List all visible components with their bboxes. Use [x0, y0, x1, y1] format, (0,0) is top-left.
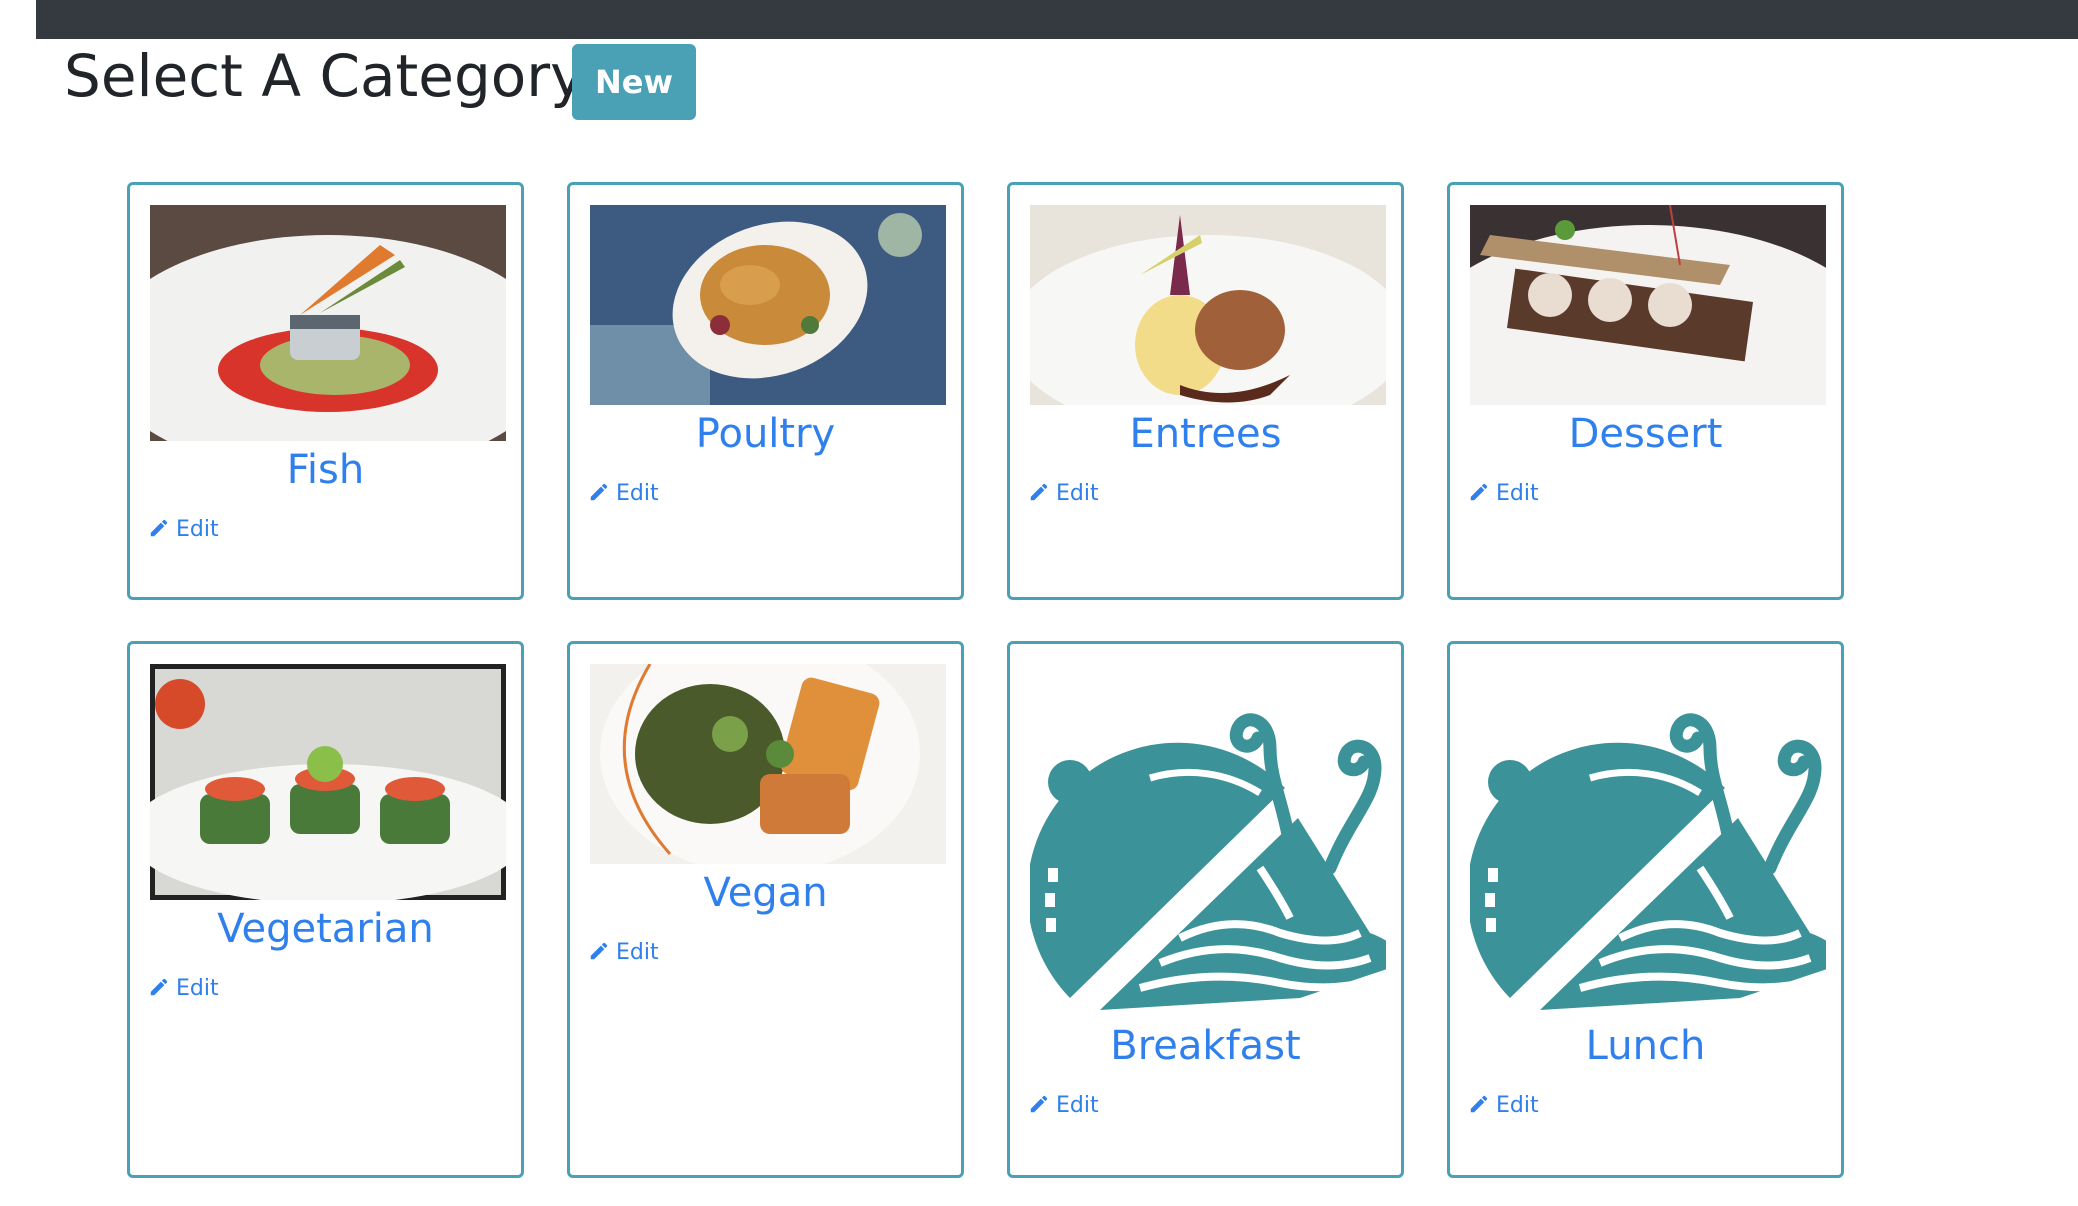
pencil-icon: [1030, 483, 1048, 501]
new-category-button[interactable]: New: [572, 44, 696, 120]
pencil-icon: [590, 942, 608, 960]
page-title: Select A Category: [64, 42, 585, 110]
category-title-poultry[interactable]: Poultry: [570, 409, 961, 459]
category-card-vegan[interactable]: Vegan Edit: [567, 641, 964, 1178]
category-title-breakfast[interactable]: Breakfast: [1010, 1021, 1401, 1071]
edit-link-dessert[interactable]: Edit: [1468, 479, 1539, 509]
category-title-vegetarian[interactable]: Vegetarian: [130, 904, 521, 954]
category-card-entrees[interactable]: Entrees Edit: [1007, 182, 1404, 600]
category-title-fish[interactable]: Fish: [130, 445, 521, 495]
category-card-lunch[interactable]: Lunch Edit: [1447, 641, 1844, 1178]
edit-label: Edit: [616, 940, 659, 965]
pencil-icon: [590, 483, 608, 501]
category-image-entrees[interactable]: [1030, 205, 1386, 405]
edit-link-poultry[interactable]: Edit: [588, 479, 659, 509]
edit-label: Edit: [616, 481, 659, 506]
edit-link-vegan[interactable]: Edit: [588, 938, 659, 968]
category-title-entrees[interactable]: Entrees: [1010, 409, 1401, 459]
edit-label: Edit: [1496, 481, 1539, 506]
category-image-dessert[interactable]: [1470, 205, 1826, 405]
cloche-icon[interactable]: [1030, 668, 1386, 1024]
category-image-vegan[interactable]: [590, 664, 946, 864]
pencil-icon: [1470, 483, 1488, 501]
category-card-vegetarian[interactable]: Vegetarian Edit: [127, 641, 524, 1178]
edit-label: Edit: [176, 517, 219, 542]
category-title-vegan[interactable]: Vegan: [570, 868, 961, 918]
pencil-icon: [150, 978, 168, 996]
category-title-dessert[interactable]: Dessert: [1450, 409, 1841, 459]
category-image-vegetarian[interactable]: [150, 664, 506, 900]
pencil-icon: [1030, 1095, 1048, 1113]
category-image-poultry[interactable]: [590, 205, 946, 405]
edit-link-breakfast[interactable]: Edit: [1028, 1091, 1099, 1121]
category-card-dessert[interactable]: Dessert Edit: [1447, 182, 1844, 600]
edit-link-lunch[interactable]: Edit: [1468, 1091, 1539, 1121]
edit-label: Edit: [176, 976, 219, 1001]
category-card-poultry[interactable]: Poultry Edit: [567, 182, 964, 600]
category-card-breakfast[interactable]: Breakfast Edit: [1007, 641, 1404, 1178]
edit-link-entrees[interactable]: Edit: [1028, 479, 1099, 509]
pencil-icon: [1470, 1095, 1488, 1113]
edit-link-fish[interactable]: Edit: [148, 515, 219, 545]
edit-label: Edit: [1496, 1093, 1539, 1118]
top-navbar: [36, 0, 2078, 39]
category-title-lunch[interactable]: Lunch: [1450, 1021, 1841, 1071]
edit-label: Edit: [1056, 1093, 1099, 1118]
edit-link-vegetarian[interactable]: Edit: [148, 974, 219, 1004]
pencil-icon: [150, 519, 168, 537]
category-image-fish[interactable]: [150, 205, 506, 441]
category-card-fish[interactable]: Fish Edit: [127, 182, 524, 600]
cloche-icon[interactable]: [1470, 668, 1826, 1024]
edit-label: Edit: [1056, 481, 1099, 506]
